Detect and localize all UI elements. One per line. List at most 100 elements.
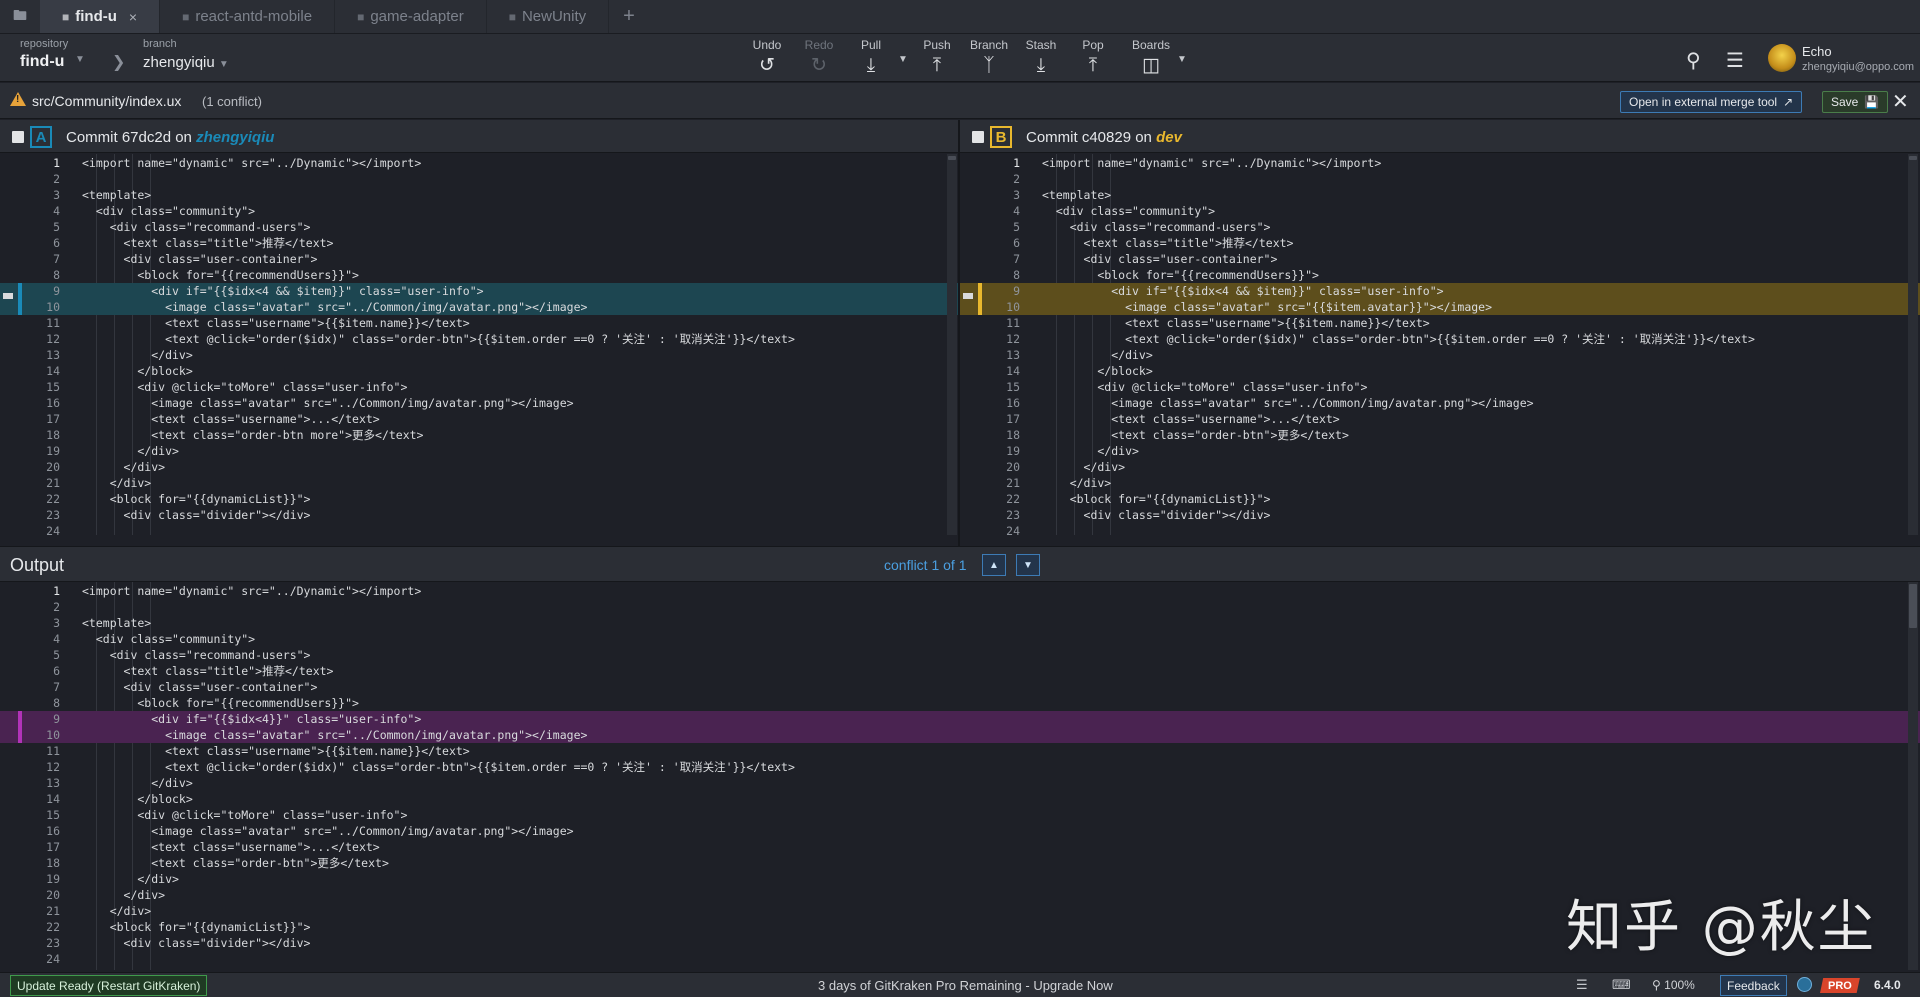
output-scrollbar[interactable] xyxy=(1908,582,1918,970)
code-line: 5 <div class="recommand-users"> xyxy=(960,219,1920,235)
code-line: 9 <div if="{{$idx<4 && $item}}" class="u… xyxy=(960,283,1920,303)
code-text: </block> xyxy=(82,792,193,806)
folder-icon[interactable]: 🖿 xyxy=(0,0,40,33)
line-number: 14 xyxy=(46,364,60,378)
line-number: 23 xyxy=(1006,508,1020,522)
line-number: 20 xyxy=(1006,460,1020,474)
code-line: 10 <image class="avatar" src="../Common/… xyxy=(0,299,958,315)
line-number: 5 xyxy=(53,648,60,662)
code-line: 19 </div> xyxy=(960,443,1920,459)
code-text: </div> xyxy=(82,888,166,902)
line-number: 19 xyxy=(46,444,60,458)
pro-badge[interactable]: PRO xyxy=(1820,978,1860,993)
previous-conflict-button[interactable]: ▲ xyxy=(982,554,1006,576)
gitkraken-icon[interactable] xyxy=(1797,977,1812,992)
code-line: 4 <div class="community"> xyxy=(960,203,1920,219)
line-number: 22 xyxy=(46,492,60,506)
close-tab-icon[interactable]: × xyxy=(129,9,137,25)
line-number: 6 xyxy=(53,664,60,678)
caret-down-icon[interactable]: ▼ xyxy=(75,54,85,65)
caret-down-icon[interactable]: ▼ xyxy=(1177,54,1187,65)
code-text: <div class="user-container"> xyxy=(82,252,318,266)
code-line: 13 </div> xyxy=(0,347,958,363)
line-number: 5 xyxy=(1013,220,1020,234)
feedback-button[interactable]: Feedback xyxy=(1720,975,1787,996)
code-text: <block for="{{recommendUsers}}"> xyxy=(82,268,359,282)
code-text: <template> xyxy=(1042,188,1112,202)
code-text: <div @click="toMore" class="user-info"> xyxy=(82,808,408,822)
folder-icon: ■ xyxy=(357,9,365,24)
select-all-b-checkbox[interactable] xyxy=(972,131,984,143)
line-number: 18 xyxy=(46,856,60,870)
keyboard-icon[interactable]: ⌨ xyxy=(1612,977,1631,993)
tab-game-adapter[interactable]: ■ game-adapter xyxy=(335,0,487,33)
line-number: 18 xyxy=(1006,428,1020,442)
line-number: 16 xyxy=(1006,396,1020,410)
pull-button[interactable]: Pull ⤓ xyxy=(845,38,897,76)
line-number: 24 xyxy=(46,952,60,966)
line-number: 22 xyxy=(46,920,60,934)
code-text: <text @click="order($idx)" class="order-… xyxy=(82,760,795,774)
avatar[interactable] xyxy=(1768,44,1796,72)
list-icon[interactable]: ☰ xyxy=(1576,977,1588,993)
code-line: 23 <div class="divider"></div> xyxy=(0,507,958,523)
code-line: 23 <div class="divider"></div> xyxy=(960,507,1920,523)
menu-icon[interactable]: ☰ xyxy=(1726,48,1744,73)
stash-button[interactable]: Stash ⤓ xyxy=(1015,38,1067,76)
line-number: 6 xyxy=(1013,236,1020,250)
pop-label: Pop xyxy=(1082,38,1104,52)
code-text: </div> xyxy=(82,444,179,458)
external-merge-tool-button[interactable]: Open in external merge tool ↗ xyxy=(1620,91,1803,113)
repository-selector[interactable]: repository find-u xyxy=(20,38,68,71)
code-line: 8 <block for="{{recommendUsers}}"> xyxy=(960,267,1920,283)
redo-button[interactable]: Redo ↻ xyxy=(793,38,845,76)
panel-a-scrollbar[interactable] xyxy=(947,154,957,535)
pro-trial-message[interactable]: 3 days of GitKraken Pro Remaining - Upgr… xyxy=(818,978,1113,993)
code-text: <block for="{{recommendUsers}}"> xyxy=(1042,268,1319,282)
pop-button[interactable]: Pop ⤒ xyxy=(1067,38,1119,76)
search-icon[interactable]: ⚲ xyxy=(1686,48,1701,73)
save-button[interactable]: Save 💾 xyxy=(1822,91,1889,113)
code-line: 11 <text class="username">{{$item.name}}… xyxy=(0,315,958,331)
zoom-level[interactable]: ⚲ 100% xyxy=(1652,978,1695,992)
tab-find-u[interactable]: ■ find-u × xyxy=(40,0,161,33)
line-number: 5 xyxy=(53,220,60,234)
close-icon[interactable]: ✕ xyxy=(1892,89,1909,114)
next-conflict-button[interactable]: ▼ xyxy=(1016,554,1040,576)
panel-a-branch: zhengyiqiu xyxy=(196,129,275,146)
code-line: 6 <text class="title">推荐</text> xyxy=(0,663,1920,679)
pull-label: Pull xyxy=(860,38,881,52)
stash-icon: ⤓ xyxy=(1036,55,1046,76)
status-bar: Update Ready (Restart GitKraken) 3 days … xyxy=(0,972,1920,997)
line-number: 21 xyxy=(46,904,60,918)
code-text: <image class="avatar" src="../Common/img… xyxy=(82,728,588,742)
merge-tool-label: Open in external merge tool xyxy=(1629,95,1778,109)
line-number: 9 xyxy=(53,284,60,298)
panel-b-commit: Commit c40829 on dev xyxy=(1026,129,1182,146)
undo-icon: ↺ xyxy=(759,55,775,76)
code-line: 17 <text class="username">...</text> xyxy=(960,411,1920,427)
code-text: <div class="recommand-users"> xyxy=(1042,220,1271,234)
branch-selector[interactable]: branch zhengyiqiu ▼ xyxy=(143,38,229,71)
branch-button[interactable]: Branch ᛉ xyxy=(963,38,1015,76)
code-line: 17 <text class="username">...</text> xyxy=(0,411,958,427)
code-text: </div> xyxy=(82,904,152,918)
panel-b-scrollbar[interactable] xyxy=(1908,154,1918,535)
add-tab-button[interactable]: + xyxy=(609,0,649,33)
undo-button[interactable]: Undo ↺ xyxy=(741,38,793,76)
code-text: </div> xyxy=(82,348,193,362)
tab-react-antd-mobile[interactable]: ■ react-antd-mobile xyxy=(160,0,336,33)
update-ready-button[interactable]: Update Ready (Restart GitKraken) xyxy=(10,975,208,996)
caret-down-icon[interactable]: ▼ xyxy=(898,54,908,65)
line-number: 14 xyxy=(46,792,60,806)
boards-button[interactable]: Boards ◫ xyxy=(1125,38,1177,76)
code-text: </div> xyxy=(82,776,193,790)
push-button[interactable]: Push ⤒ xyxy=(911,38,963,76)
code-text: <text class="order-btn more">更多</text> xyxy=(82,428,424,442)
caret-down-icon: ▼ xyxy=(218,59,229,70)
select-all-a-checkbox[interactable] xyxy=(12,131,24,143)
code-line: 22 <block for="{{dynamicList}}"> xyxy=(0,491,958,507)
tab-label: NewUnity xyxy=(521,8,587,25)
tab-newunity[interactable]: ■ NewUnity xyxy=(487,0,610,33)
code-text: <div class="divider"></div> xyxy=(82,936,311,950)
